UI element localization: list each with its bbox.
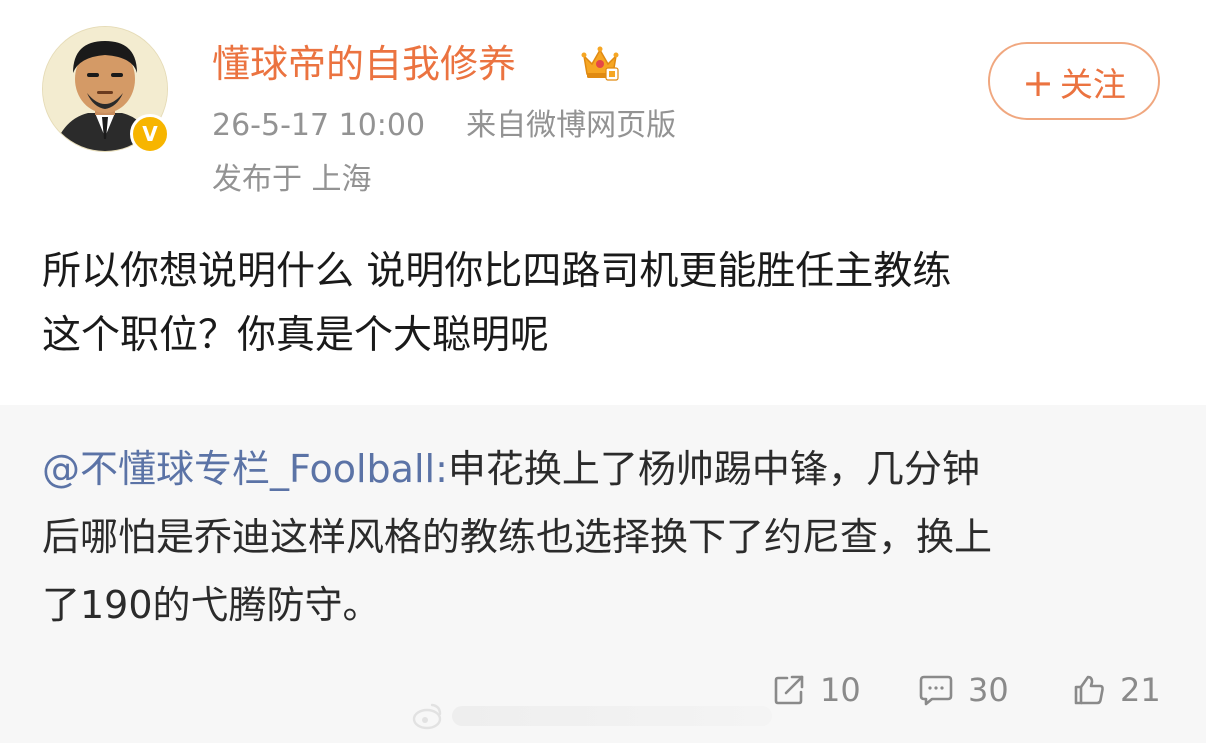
share-count: 10 bbox=[820, 671, 861, 709]
quoted-text-line: 了190的弋腾防守。 bbox=[42, 583, 381, 627]
like-icon bbox=[1074, 675, 1104, 705]
quoted-text-line: 申花换上了杨帅踢中锋，几分钟 bbox=[447, 447, 980, 491]
post-header: V 懂球帝的自我修养 26-5-17 10:00 来自微博网页版 发布于 上海 … bbox=[0, 0, 1206, 405]
post-timestamp: 26-5-17 10:00 bbox=[212, 108, 426, 143]
comment-button[interactable]: 30 bbox=[918, 660, 1009, 720]
watermark-bar bbox=[452, 706, 772, 726]
post-source: 来自微博网页版 bbox=[466, 108, 677, 143]
follow-button[interactable]: + 关注 bbox=[988, 42, 1160, 120]
crown-icon[interactable] bbox=[578, 40, 622, 88]
post-text: 所以你想说明什么 说明你比四路司机更能胜任主教练 这个职位？你真是个大聪明呢 bbox=[42, 240, 1162, 368]
avatar[interactable]: V bbox=[42, 26, 170, 154]
post-location: 发布于 上海 bbox=[212, 162, 372, 197]
post-text-line: 所以你想说明什么 说明你比四路司机更能胜任主教练 bbox=[42, 249, 952, 294]
follow-label: 关注 bbox=[1059, 65, 1126, 104]
weibo-logo-icon bbox=[412, 703, 442, 730]
quoted-text-line: 后哪怕是乔迪这样风格的教练也选择换下了约尼查，换上 bbox=[42, 515, 993, 559]
like-button[interactable]: 21 bbox=[1072, 660, 1161, 720]
quoted-text: @不懂球专栏_Foolball:申花换上了杨帅踢中锋，几分钟 后哪怕是乔迪这样风… bbox=[42, 435, 1162, 639]
like-count: 21 bbox=[1120, 671, 1161, 709]
mention-link[interactable]: @不懂球专栏_Foolball: bbox=[42, 447, 448, 491]
verified-badge: V bbox=[130, 114, 170, 154]
post-meta: 26-5-17 10:00 来自微博网页版 bbox=[212, 104, 676, 148]
plus-icon: + bbox=[1022, 61, 1054, 105]
post-text-line: 这个职位？你真是个大聪明呢 bbox=[42, 313, 550, 358]
comment-count: 30 bbox=[968, 671, 1009, 709]
watermark bbox=[410, 696, 790, 736]
username[interactable]: 懂球帝的自我修养 bbox=[212, 38, 516, 90]
comment-icon bbox=[919, 675, 953, 706]
